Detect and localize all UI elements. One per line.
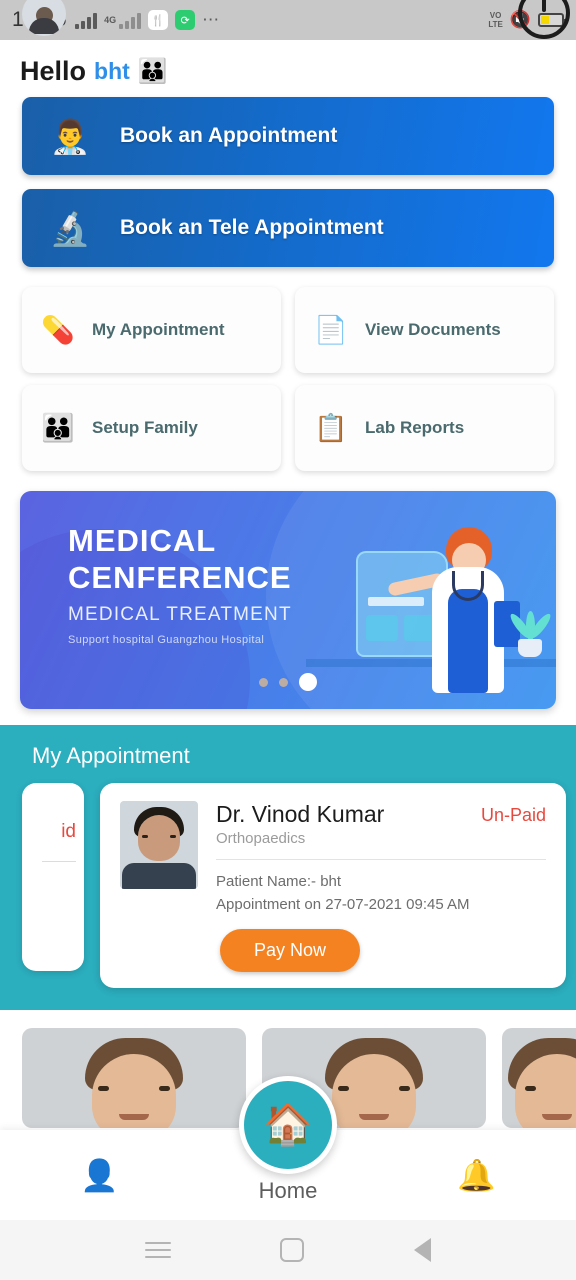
payment-status-badge: Un-Paid — [480, 805, 546, 825]
status-bar-icon-group: 4G 🍴 ⟳ ⋯ — [75, 10, 220, 30]
profile-icon[interactable]: 👤 — [80, 1160, 119, 1191]
book-appointment-button[interactable]: 👨‍⚕️ Book an Appointment — [22, 97, 554, 175]
doctor-avatar — [120, 801, 198, 889]
banner-caption: Support hospital Guangzhou Hospital — [68, 634, 265, 647]
greeting-hello: Hello — [20, 56, 87, 86]
banner-title-line1: MEDICAL — [68, 523, 217, 558]
volte-icon: VO LTE — [488, 11, 503, 29]
book-tele-appointment-label: Book an Tele Appointment — [120, 216, 384, 239]
quick-action-grid: 💊 My Appointment 📄 View Documents 👪 Setu… — [0, 281, 576, 471]
doctor-thumb-3[interactable] — [502, 1027, 576, 1128]
appointment-card-previous[interactable]: id — [22, 783, 84, 971]
home-square-icon[interactable] — [280, 1238, 305, 1262]
appointment-datetime-line: Appointment on 27-07-2021 09:45 AM — [216, 896, 470, 914]
doctor-name: Dr. Vinod Kumar — [216, 801, 385, 827]
carousel-dot-1[interactable] — [259, 677, 268, 687]
clipboard-icon: 📋 — [314, 412, 348, 443]
quick-card-setup-family[interactable]: 👪 Setup Family — [22, 385, 281, 471]
quick-card-my-appointment[interactable]: 💊 My Appointment — [22, 287, 281, 373]
carousel-dot-3-active[interactable] — [299, 673, 317, 691]
doctor-specialty: Orthopaedics — [216, 830, 306, 847]
appointment-details: Dr. Vinod Kumar Orthopaedics Un-Paid Pat… — [216, 801, 546, 972]
appointment-card-header: Dr. Vinod Kumar Orthopaedics Un-Paid Pat… — [120, 801, 546, 972]
book-appointment-label: Book an Appointment — [120, 124, 338, 147]
carousel-dots[interactable] — [259, 673, 317, 691]
quick-card-label: View Documents — [365, 320, 501, 339]
status-bar: 14:45 4G 🍴 ⟳ ⋯ VOLTE 🔇 — [0, 0, 576, 40]
app-icon-green: ⟳ — [175, 10, 196, 30]
android-system-nav — [0, 1220, 576, 1280]
banner-text-block: MEDICAL CENFERENCE MEDICAL TREATMENT Sup… — [68, 523, 292, 646]
overflow-dots-icon: ⋯ — [202, 10, 221, 29]
greeting-row: Hello bht 👪 — [0, 40, 576, 97]
home-fab-button[interactable]: 🏠 — [239, 1076, 337, 1174]
quick-card-label: My Appointment — [92, 320, 225, 339]
home-nav-label: Home — [258, 1178, 318, 1203]
banner-subtitle: MEDICAL TREATMENT — [68, 604, 292, 626]
banner-doctor-illustration — [306, 491, 556, 709]
greeting-username: bht — [94, 58, 130, 84]
quick-card-lab-reports[interactable]: 📋 Lab Reports — [295, 385, 554, 471]
app-icon-yellow: 🍴 — [148, 10, 169, 30]
quick-card-label: Setup Family — [92, 418, 198, 437]
document-eye-icon: 📄 — [314, 314, 348, 345]
back-triangle-icon[interactable] — [414, 1238, 432, 1262]
bell-icon[interactable]: 🔔 — [457, 1160, 496, 1191]
recents-icon[interactable] — [144, 1237, 171, 1263]
quick-card-view-documents[interactable]: 📄 View Documents — [295, 287, 554, 373]
card-divider — [216, 859, 546, 860]
doctor-icon: 👨‍⚕️ — [49, 117, 91, 155]
appointment-carousel[interactable]: id Dr. Vinod Kumar Orthopaedics Un-Paid — [0, 783, 576, 988]
my-appointment-heading: My Appointment — [32, 743, 190, 768]
network-type-label: 4G — [104, 15, 117, 25]
power-button-overlay-icon[interactable] — [518, 0, 570, 39]
signal-bars-secondary-icon — [119, 12, 142, 29]
pay-now-button[interactable]: Pay Now — [220, 928, 361, 972]
family-emoji-icon: 👪 — [137, 57, 168, 85]
carousel-dot-2[interactable] — [279, 677, 288, 687]
family-icon: 👪 — [41, 412, 75, 443]
previous-card-status-fragment: id — [61, 821, 76, 842]
patient-name-line: Patient Name:- bht — [216, 873, 342, 890]
my-appointment-section: My Appointment id Dr. Vinod Kumar Orthop… — [0, 725, 576, 1010]
promo-banner-carousel[interactable]: MEDICAL CENFERENCE MEDICAL TREATMENT Sup… — [20, 491, 556, 709]
signal-bars-icon — [75, 12, 98, 29]
banner-title-line2: CENFERENCE — [68, 559, 292, 595]
quick-card-label: Lab Reports — [365, 418, 465, 437]
book-tele-appointment-button[interactable]: 🔬 Book an Tele Appointment — [22, 189, 554, 267]
doctor-thumb-1[interactable] — [22, 1027, 246, 1128]
appointment-card[interactable]: Dr. Vinod Kumar Orthopaedics Un-Paid Pat… — [100, 783, 566, 988]
microscope-icon: 🔬 — [49, 209, 91, 247]
doctor-name-row: Dr. Vinod Kumar Orthopaedics Un-Paid — [216, 801, 546, 847]
home-icon: 🏠 — [263, 1103, 313, 1147]
medicine-bottle-icon: 💊 — [41, 314, 75, 345]
